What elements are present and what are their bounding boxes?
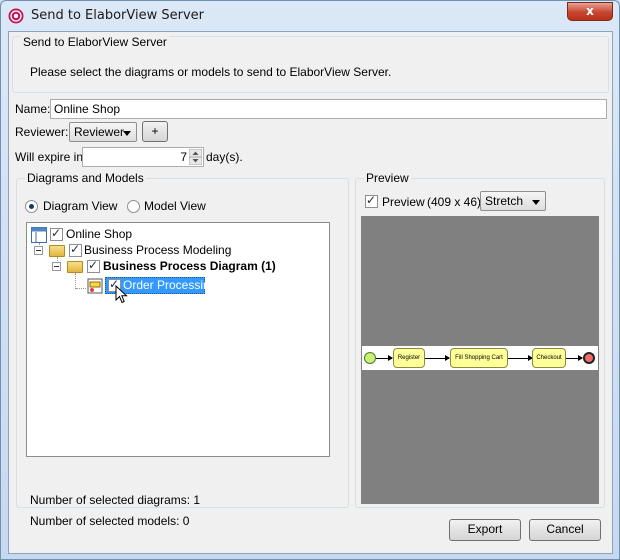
task-register: Register [393,348,425,368]
dialog-content: Send to ElaborView Server Please select … [8,31,613,554]
sequence-flow [566,355,583,361]
diagrams-models-group: Diagrams and Models Diagram View Model V… [16,171,349,528]
preview-group: Preview Preview (409 x 46) Stretch Regis… [355,171,605,508]
selected-diagrams-count: Number of selected diagrams: 1 [30,493,201,507]
plus-icon: + [151,124,159,138]
diagram-folder-icon [67,261,83,273]
tree-item-business-process-diagram[interactable]: Business Process Diagram (1) [103,259,276,273]
task-checkout: Checkout [532,348,566,368]
header-group: Send to ElaborView Server Please select … [12,35,609,93]
tree-item-business-process-modeling[interactable]: Business Process Modeling [84,243,231,257]
folder-open-icon [49,245,65,257]
end-event [583,352,595,364]
reviewer-dropdown[interactable]: Reviewer [69,122,137,142]
cancel-button[interactable]: Cancel [529,519,601,541]
name-label: Name: [15,102,51,116]
collapse-icon[interactable] [34,246,43,255]
tree-checkbox-bpd[interactable] [87,258,100,273]
collapse-icon[interactable] [52,262,61,271]
sequence-flow [425,355,450,361]
chevron-down-icon [532,200,540,205]
diagram-view-label: Diagram View [43,199,118,213]
chevron-down-icon [123,131,131,136]
expire-unit: day(s). [206,150,243,164]
days-spinner[interactable] [189,149,202,165]
task-fill-shopping-cart: Fill Shopping Cart [450,348,508,368]
title-bar[interactable]: Send to ElaborView Server x [1,1,619,31]
add-reviewer-button[interactable]: + [142,121,168,142]
tree-item-online-shop[interactable]: Online Shop [66,227,132,241]
reviewer-label: Reviewer: [15,125,69,139]
tree-checkbox-online-shop[interactable] [50,226,63,241]
start-event [364,352,376,364]
selected-models-count: Number of selected models: 0 [30,514,190,528]
preview-dimensions: (409 x 46) [427,195,482,209]
diagrams-models-legend: Diagrams and Models [25,171,146,185]
diagram-preview: Register Fill Shopping Cart Checkout [362,346,598,370]
name-field[interactable]: Online Shop [50,99,607,119]
sequence-flow [376,355,393,361]
header-description: Please select the diagrams or models to … [30,65,392,79]
app-icon [8,8,24,24]
scale-mode-dropdown[interactable]: Stretch [480,191,546,211]
diagram-view-radio[interactable] [25,200,38,213]
expire-days-field[interactable]: 7 [82,147,204,167]
close-icon: x [586,4,594,18]
tree-checkbox-bpm[interactable] [69,242,82,257]
tree-item-order-processing[interactable]: Order Processing [123,278,216,292]
project-icon [31,227,47,243]
close-button[interactable]: x [567,2,613,21]
header-legend: Send to ElaborView Server [21,35,169,49]
reviewer-value: Reviewer [74,125,125,139]
expire-label: Will expire in [15,150,84,164]
model-view-label: Model View [144,199,206,213]
tree-guide [75,273,76,289]
mouse-cursor-icon [115,285,128,304]
bpd-diagram-icon [87,278,103,294]
dialog-window: Send to ElaborView Server x Send to Elab… [0,0,620,560]
preview-legend: Preview [364,171,411,185]
scale-mode-value: Stretch [485,194,524,208]
preview-canvas: Register Fill Shopping Cart Checkout [361,216,599,504]
tree-guide [76,288,86,289]
sequence-flow [508,355,533,361]
preview-checkbox-label: Preview [382,195,425,209]
model-view-radio[interactable] [127,200,140,213]
preview-checkbox[interactable] [365,193,378,208]
diagram-tree[interactable]: Online Shop Business Process Modeling Bu… [26,222,330,457]
export-button[interactable]: Export [449,519,521,541]
window-title: Send to ElaborView Server [31,8,205,23]
